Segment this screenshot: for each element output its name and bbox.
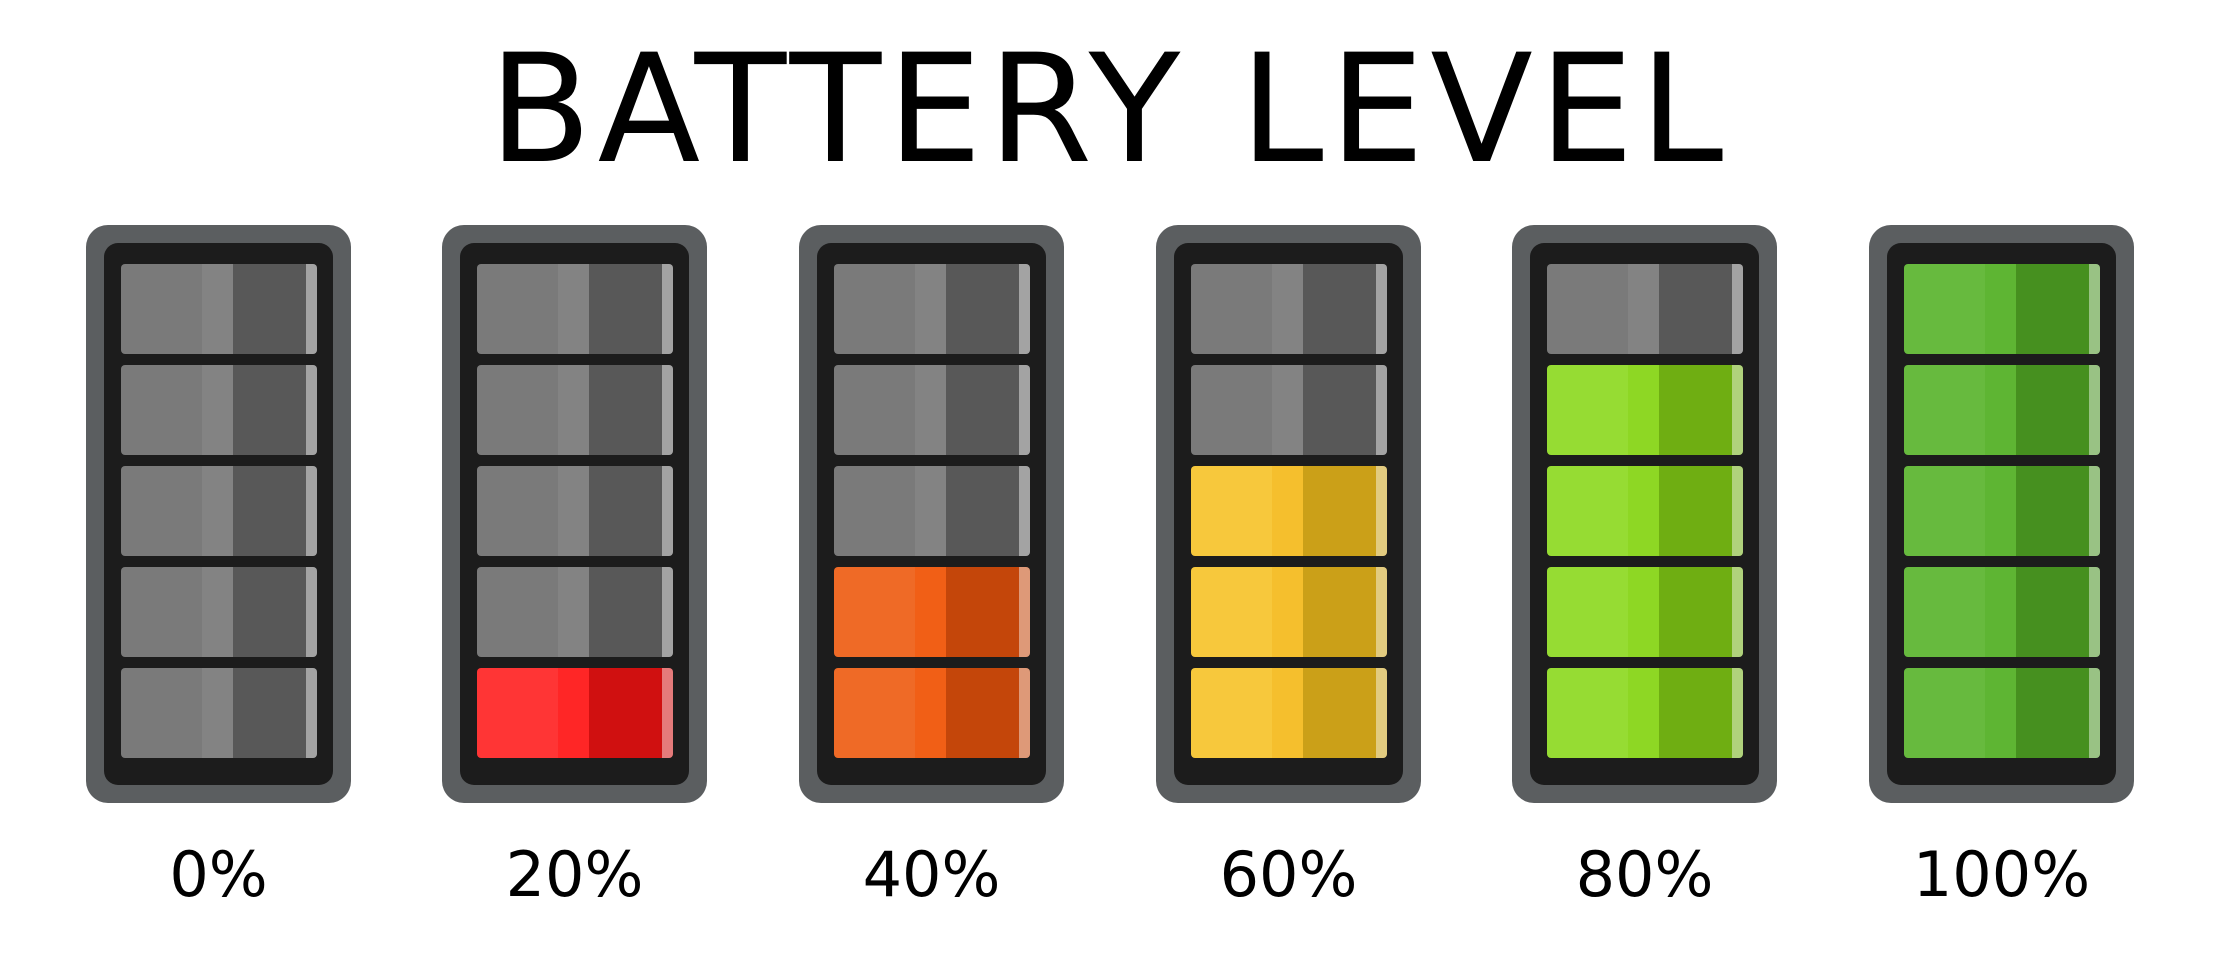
charge-segment-empty: [477, 264, 673, 354]
charge-segment-empty: [477, 567, 673, 657]
charge-segment-empty: [834, 365, 1030, 455]
charge-segment-filled: [1547, 668, 1743, 758]
charge-segment-empty: [121, 668, 317, 758]
charge-segment-empty: [121, 365, 317, 455]
charge-segment-filled: [1904, 365, 2100, 455]
charge-segment-filled: [1904, 466, 2100, 556]
battery-body: [1174, 243, 1403, 785]
battery-level-label: 100%: [1912, 838, 2091, 911]
battery-body: [460, 243, 689, 785]
charge-segment-filled: [834, 668, 1030, 758]
battery-level-label: 0%: [169, 838, 268, 911]
page-title: BATTERY LEVEL: [488, 23, 1730, 197]
charge-segment-empty: [477, 466, 673, 556]
charge-segment-empty: [1191, 365, 1387, 455]
charge-segment-empty: [121, 567, 317, 657]
charge-segment-filled: [1904, 567, 2100, 657]
charge-segment-filled: [1547, 567, 1743, 657]
charge-segment-empty: [834, 466, 1030, 556]
battery-20: [442, 225, 707, 803]
charge-segment-filled: [1191, 466, 1387, 556]
charge-segment-filled: [834, 567, 1030, 657]
battery-0: [86, 225, 351, 803]
charge-segment-filled: [1904, 668, 2100, 758]
charge-segment-filled: [1547, 466, 1743, 556]
battery-level-label: 20%: [505, 838, 644, 911]
charge-segment-filled: [1547, 365, 1743, 455]
charge-segment-filled: [1191, 567, 1387, 657]
battery-level-label: 80%: [1575, 838, 1714, 911]
battery-40: [799, 225, 1064, 803]
charge-segment-empty: [1191, 264, 1387, 354]
battery-level-label: 40%: [862, 838, 1001, 911]
charge-segment-filled: [477, 668, 673, 758]
battery-60: [1156, 225, 1421, 803]
battery-body: [1530, 243, 1759, 785]
charge-segment-empty: [121, 466, 317, 556]
charge-segment-filled: [1191, 668, 1387, 758]
battery-body: [817, 243, 1046, 785]
charge-segment-empty: [121, 264, 317, 354]
battery-body: [104, 243, 333, 785]
charge-segment-filled: [1904, 264, 2100, 354]
charge-segment-empty: [1547, 264, 1743, 354]
battery-80: [1512, 225, 1777, 803]
battery-body: [1887, 243, 2116, 785]
charge-segment-empty: [834, 264, 1030, 354]
charge-segment-empty: [477, 365, 673, 455]
battery-level-label: 60%: [1219, 838, 1358, 911]
battery-100: [1869, 225, 2134, 803]
